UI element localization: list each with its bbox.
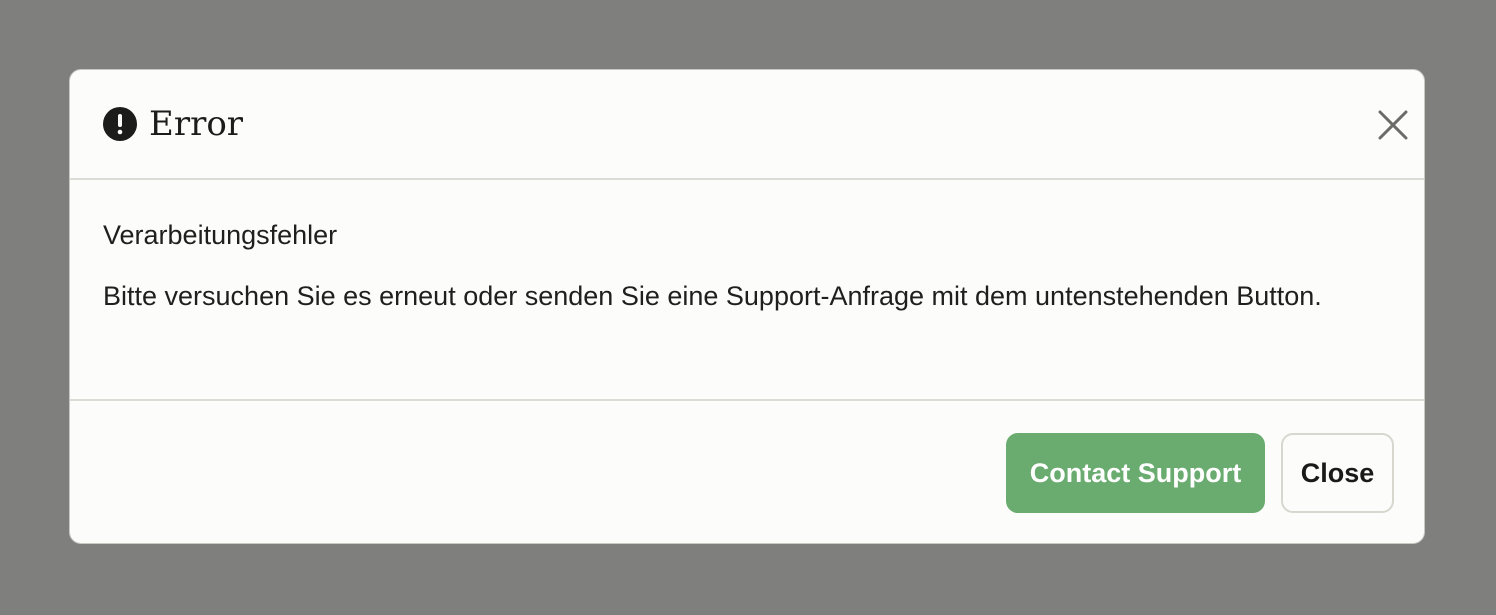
dialog-header: Error	[70, 70, 1424, 180]
dialog-body: Verarbeitungsfehler Bitte versuchen Sie …	[70, 180, 1424, 401]
dialog-title: Error	[149, 104, 244, 144]
close-icon[interactable]	[1375, 107, 1411, 143]
error-dialog: Error Verarbeitungsfehler Bitte versuche…	[69, 69, 1425, 544]
close-button[interactable]: Close	[1281, 433, 1394, 513]
error-heading: Verarbeitungsfehler	[103, 220, 338, 250]
alert-circle-icon	[103, 107, 137, 141]
dialog-footer: Contact Support Close	[70, 401, 1424, 543]
error-message: Bitte versuchen Sie es erneut oder sende…	[103, 281, 1322, 311]
contact-support-button[interactable]: Contact Support	[1006, 433, 1265, 513]
